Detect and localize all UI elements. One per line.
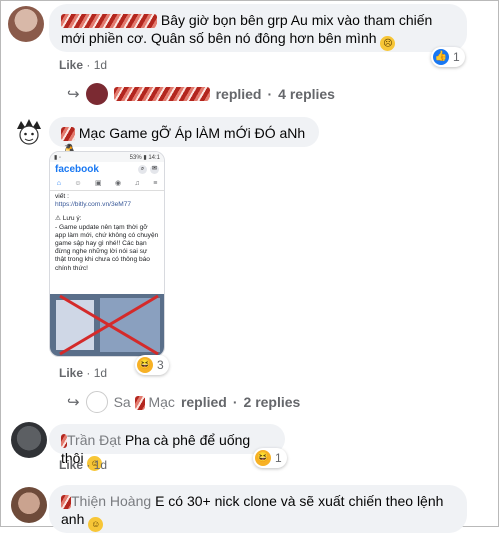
reaction-summary[interactable]: 👍 1 — [431, 47, 465, 67]
phone-watch-icon: ▣ — [94, 180, 102, 187]
attached-screenshot[interactable]: ▮ ◦ 53% ▮ 14:1 facebook ⌕ ✉ ⌂ ☺ ▣ ◉ ♫ ≡ … — [49, 151, 165, 357]
comment-bubble: Mạc Game gỠ Áp lÀM mỚi ĐÓ aNh 🐧 — [49, 117, 319, 159]
comment-actions: Like · 1d — [59, 458, 108, 472]
like-link[interactable]: Like — [59, 458, 83, 472]
replies-label: replied — [215, 86, 262, 102]
commenter-avatar[interactable] — [11, 422, 47, 458]
commenter-avatar[interactable] — [11, 115, 47, 151]
phone-status-left: ▮ ◦ — [54, 154, 62, 161]
haha-icon: 😆 — [137, 357, 153, 373]
reaction-summary[interactable]: 😆 3 — [135, 355, 169, 375]
comment-text: Mạc Game gỠ Áp lÀM mỚi ĐÓ aNh — [78, 125, 306, 141]
redacted-commenter-name[interactable] — [61, 127, 75, 142]
comment-bubble: Trần Đạt Pha cà phê để uống thôi ☺ — [49, 424, 285, 471]
comment-bubble: Bây giờ bọn bên grp Au mix vào tham chiế… — [49, 4, 467, 52]
redacted-commenter-name[interactable]: Thiện Hoàng — [61, 493, 155, 510]
phone-menu-icon: ≡ — [153, 179, 158, 187]
replier-avatar — [85, 391, 108, 413]
phone-post-body: viết : https://bitly.com.vn/3eM77 ⚠ Lưu … — [50, 191, 164, 275]
view-replies[interactable]: ↪ Sa Mạc replied · 2 replies — [67, 391, 300, 413]
phone-link: https://bitly.com.vn/3eM77 — [55, 201, 132, 209]
commenter-avatar[interactable] — [11, 487, 47, 523]
facebook-logo: facebook — [55, 163, 99, 175]
like-link[interactable]: Like — [59, 58, 83, 72]
comment-actions: Like · 1d — [59, 366, 108, 380]
replier-name-prefix: Sa — [113, 393, 131, 410]
sad-face-icon: ☹ — [380, 36, 396, 51]
replies-separator: · — [267, 86, 273, 102]
replies-label: replied — [180, 394, 227, 410]
view-replies[interactable]: ↪ replied · 4 replies — [67, 83, 335, 105]
haha-icon: 😆 — [255, 450, 271, 466]
smile-icon: ☺ — [88, 517, 104, 532]
phone-warning-body: - Game update nên tạm thời gỡ app làm mớ… — [55, 223, 159, 272]
comment-time[interactable]: 1d — [94, 58, 107, 72]
phone-home-icon: ⌂ — [56, 179, 61, 187]
phone-search-icon: ⌕ — [138, 164, 147, 174]
reply-arrow-icon: ↪ — [67, 86, 80, 103]
name-redaction — [134, 396, 145, 411]
red-x-icon — [59, 294, 159, 356]
phone-header: facebook ⌕ ✉ — [50, 162, 164, 176]
phone-profile-icon: ◉ — [114, 180, 122, 187]
reaction-count: 1 — [275, 451, 282, 465]
phone-messenger-icon: ✉ — [150, 164, 159, 174]
redacted-replier-name — [113, 87, 210, 101]
crossed-out-image — [50, 294, 164, 356]
like-icon: 👍 — [433, 49, 449, 65]
redacted-commenter-name[interactable]: Trần Đạt — [61, 432, 125, 449]
replies-count[interactable]: 4 replies — [278, 86, 335, 102]
phone-friends-icon: ☺ — [74, 179, 82, 187]
phone-warning-title: ⚠ Lưu ý: — [55, 215, 82, 223]
like-link[interactable]: Like — [59, 366, 83, 380]
phone-text-intro: viết : — [55, 193, 69, 200]
comment-actions: Like · 1d — [59, 58, 108, 72]
reply-arrow-icon: ↪ — [67, 394, 80, 411]
phone-status-bar: ▮ ◦ 53% ▮ 14:1 — [50, 152, 164, 162]
cartoon-face-icon — [17, 119, 41, 145]
commenter-name-visible: Thiện Hoàng — [71, 493, 152, 509]
comment-bubble: Thiện Hoàng E có 30+ nick clone và sẽ xu… — [49, 485, 467, 533]
phone-status-right: 53% ▮ 14:1 — [129, 154, 160, 161]
replier-avatar — [85, 83, 108, 105]
reaction-count: 3 — [157, 358, 164, 372]
comment-time[interactable]: 1d — [94, 366, 107, 380]
phone-nav-tabs: ⌂ ☺ ▣ ◉ ♫ ≡ — [50, 176, 164, 191]
replier-name-suffix: Mạc — [148, 393, 175, 410]
replies-count[interactable]: 2 replies — [244, 394, 301, 410]
commenter-avatar[interactable] — [8, 6, 44, 42]
replies-separator: · — [232, 394, 238, 410]
phone-bell-icon: ♫ — [134, 179, 140, 187]
reaction-summary[interactable]: 😆 1 — [253, 448, 287, 468]
reaction-count: 1 — [453, 50, 460, 64]
commenter-name-visible: Trần Đạt — [67, 432, 121, 448]
redacted-commenter-name[interactable] — [61, 14, 157, 29]
redacted-replier-name: Sa Mạc — [113, 393, 175, 411]
name-redaction — [61, 495, 71, 510]
comment-time[interactable]: 1d — [94, 458, 107, 472]
